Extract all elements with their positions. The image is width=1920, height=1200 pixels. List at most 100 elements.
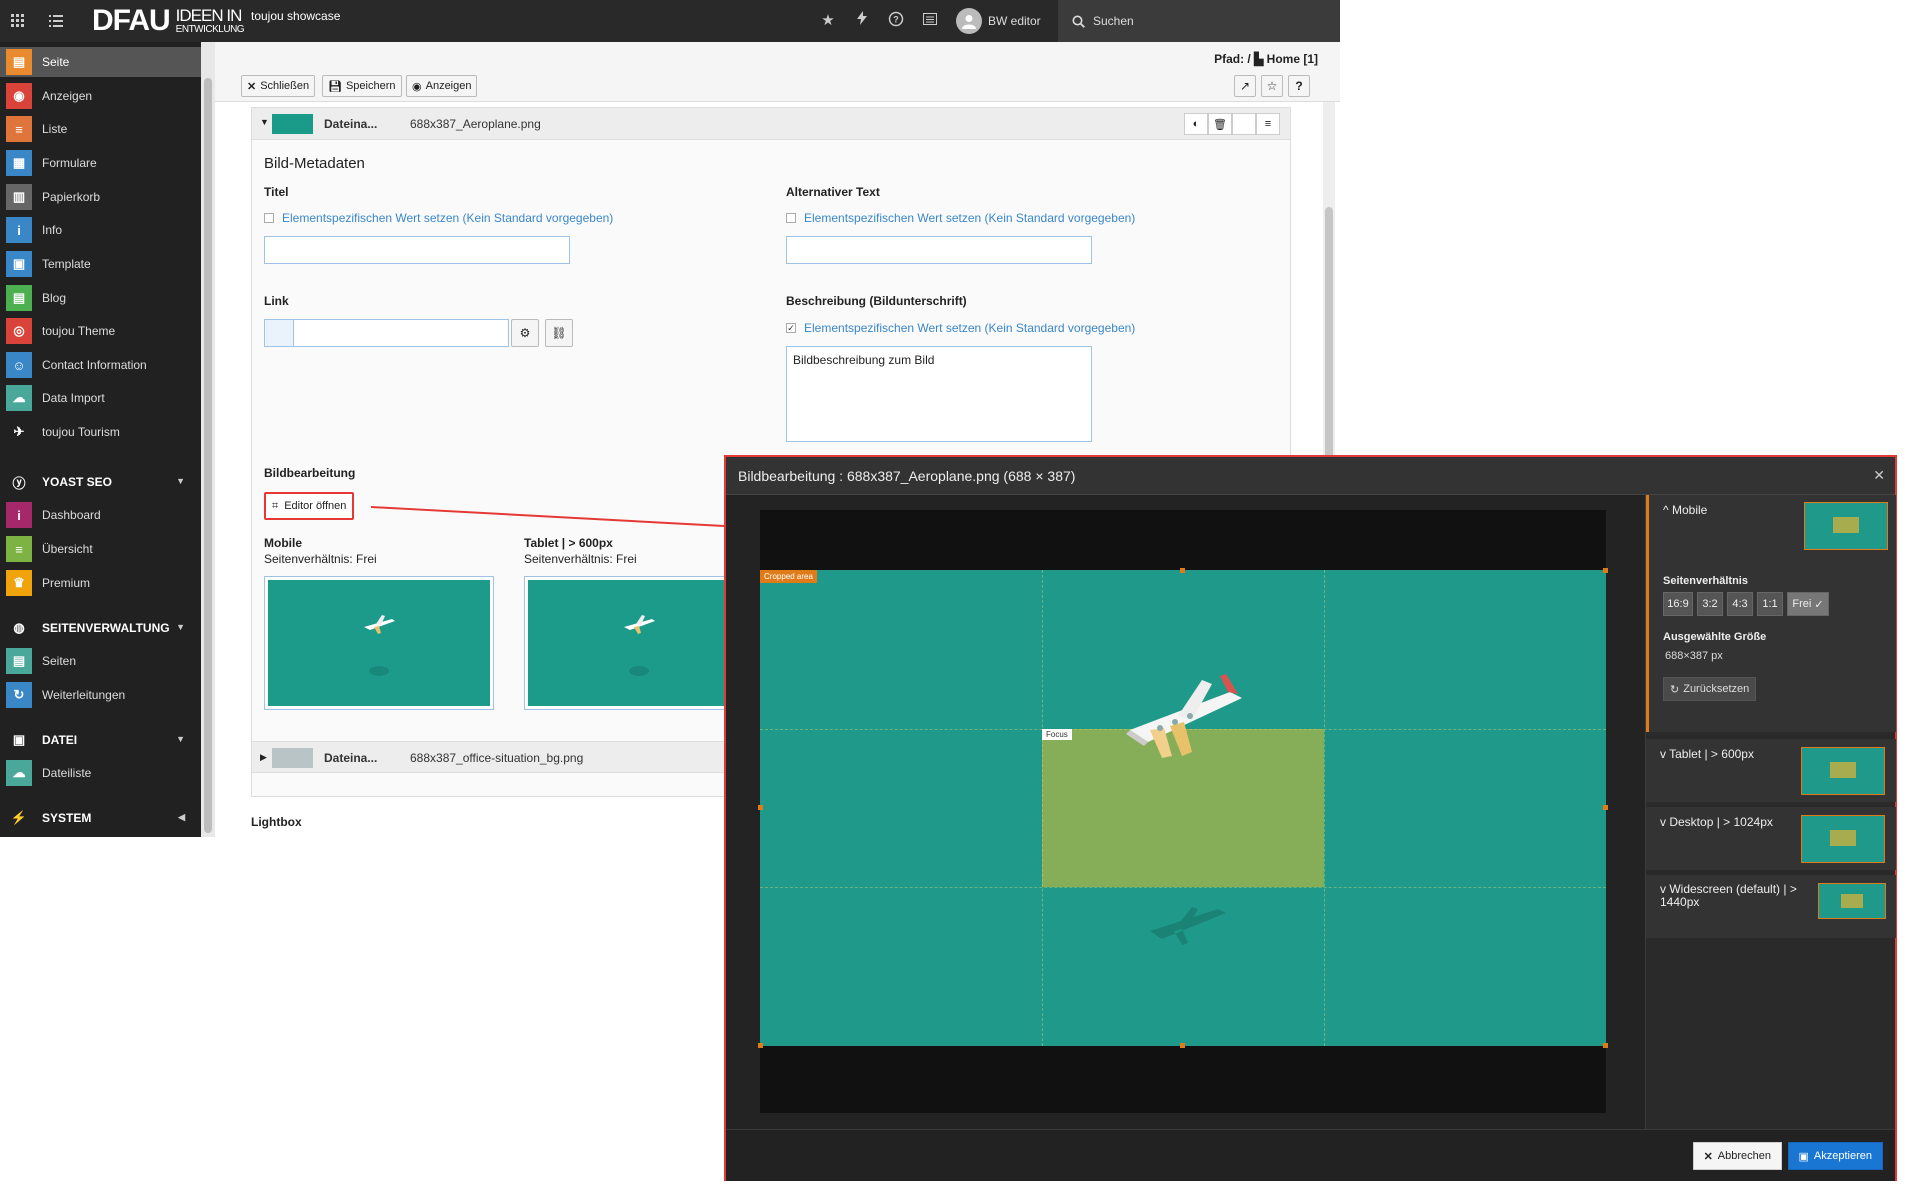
- save-button[interactable]: 💾︎ Speichern: [322, 75, 402, 97]
- save-label: Speichern: [345, 80, 396, 92]
- crop-variant-name: Mobile: [264, 536, 302, 550]
- sidebar-group-yoast-seo[interactable]: ⓨ YOAST SEO ▼: [0, 468, 201, 496]
- open-new-window-icon[interactable]: ↗: [1234, 75, 1256, 97]
- crop-handle-top-right[interactable]: [1603, 568, 1608, 573]
- sidebar-item-label: Contact Information: [42, 358, 147, 372]
- sidebar-item-anzeigen[interactable]: ◉ Anzeigen: [0, 81, 201, 111]
- cancel-button[interactable]: ✕ Abbrechen: [1692, 1142, 1782, 1170]
- crop-handle-bottom-right[interactable]: [1603, 1043, 1608, 1048]
- description-textarea[interactable]: Bildbeschreibung zum Bild: [786, 346, 1092, 442]
- title-input[interactable]: [264, 236, 570, 264]
- crop-preview-mobile[interactable]: [264, 576, 494, 710]
- help-icon[interactable]: ?: [886, 11, 906, 31]
- sidebar-group-datei[interactable]: ▣ DATEI ▼: [0, 726, 201, 754]
- close-button[interactable]: ✕ Schließen: [241, 75, 316, 97]
- app-grid-icon[interactable]: [0, 0, 36, 42]
- sidebar-item-liste[interactable]: ≡ Liste: [0, 114, 201, 144]
- crop-handle-left[interactable]: [758, 805, 763, 810]
- crop-variant-name: Tablet | > 600px: [524, 536, 613, 550]
- bookmark-star-icon[interactable]: ☆: [1261, 75, 1283, 97]
- open-editor-button[interactable]: ⌗ Editor öffnen: [264, 492, 355, 520]
- sidebar-item-data-import[interactable]: ☁ Data Import: [0, 383, 201, 413]
- toggle-visibility-icon[interactable]: ◐: [1184, 113, 1208, 135]
- link-chain-icon[interactable]: ⛓: [545, 319, 573, 347]
- file-reference-header[interactable]: ▼ Dateina... 688x387_Aeroplane.png ◐ 🗑︎ …: [252, 108, 1290, 140]
- checkbox-checked[interactable]: ✓: [786, 323, 796, 333]
- system-info-icon[interactable]: [920, 11, 940, 31]
- sidebar-item-dashboard[interactable]: i Dashboard: [0, 500, 201, 530]
- checkbox[interactable]: [786, 213, 796, 223]
- ratio-4-3-button[interactable]: 4:3: [1727, 592, 1753, 616]
- reset-button[interactable]: ↻ Zurücksetzen: [1663, 677, 1757, 701]
- sidebar-scrollbar[interactable]: [201, 42, 215, 837]
- sidebar-item-toujou-tourism[interactable]: ✈ toujou Tourism: [0, 417, 201, 447]
- file-name: 688x387_office-situation_bg.png: [410, 751, 584, 765]
- link-wizard-icon[interactable]: ⚙: [511, 319, 539, 347]
- sidebar-group-seitenverwaltung[interactable]: ◍ SEITENVERWALTUNG ▼: [0, 614, 201, 642]
- sidebar-item-toujou-theme[interactable]: ◎ toujou Theme: [0, 316, 201, 346]
- tree-toggle-icon[interactable]: [38, 0, 74, 42]
- checkbox[interactable]: [264, 213, 274, 223]
- sidebar-item-label: toujou Tourism: [42, 425, 120, 439]
- crop-handle-top[interactable]: [1180, 568, 1185, 573]
- sidebar-item-formulare[interactable]: ▦ Formulare: [0, 148, 201, 178]
- sidebar-item-dateiliste[interactable]: ☁ Dateiliste: [0, 758, 201, 788]
- ratio-1-1-button[interactable]: 1:1: [1757, 592, 1783, 616]
- chevron-right-icon[interactable]: ▶: [260, 752, 267, 763]
- airplane-icon: [364, 615, 395, 635]
- sidebar-item-label: toujou Theme: [42, 324, 116, 338]
- search-button[interactable]: Suchen: [1058, 0, 1340, 42]
- description-override-checkbox[interactable]: ✓ Elementspezifischen Wert setzen (Kein …: [786, 321, 1135, 335]
- sidebar-item-uebersicht[interactable]: ≡ Übersicht: [0, 534, 201, 564]
- crop-handle-bottom-left[interactable]: [758, 1043, 763, 1048]
- trash-icon[interactable]: 🗑︎: [1208, 113, 1232, 135]
- ratio-free-button[interactable]: Frei ✓: [1787, 592, 1829, 616]
- crop-handle-bottom[interactable]: [1180, 1043, 1185, 1048]
- variant-section-desktop[interactable]: v Desktop | > 1024px: [1646, 807, 1896, 870]
- cancel-label: Abbrechen: [1717, 1150, 1771, 1162]
- sidebar-item-papierkorb[interactable]: ▥ Papierkorb: [0, 182, 201, 212]
- logo[interactable]: DFAU IDEEN IN ENTWICKLUNG: [92, 4, 245, 37]
- filelist-icon: ☁: [6, 760, 32, 786]
- accept-button[interactable]: ▣ Akzeptieren: [1787, 1142, 1883, 1170]
- menu-icon[interactable]: ≡: [1256, 113, 1280, 135]
- help-icon[interactable]: ?: [1288, 75, 1310, 97]
- alt-input[interactable]: [786, 236, 1092, 264]
- pages-icon: ▤: [6, 648, 32, 674]
- search-label: Suchen: [1093, 14, 1134, 28]
- empty-tool-button[interactable]: [1232, 113, 1256, 135]
- star-icon[interactable]: ★: [818, 11, 838, 31]
- sidebar-item-blog[interactable]: ▤ Blog: [0, 283, 201, 313]
- link-input[interactable]: [293, 319, 509, 347]
- sidebar-item-seiten[interactable]: ▤ Seiten: [0, 646, 201, 676]
- sidebar-item-info[interactable]: i Info: [0, 215, 201, 245]
- chevron-left-icon: ◀: [178, 812, 185, 822]
- sidebar-item-contact-information[interactable]: ☺ Contact Information: [0, 350, 201, 380]
- sidebar-item-seite[interactable]: ▤ Seite: [0, 47, 201, 77]
- variant-section-widescreen[interactable]: v Widescreen (default) | > 1440px: [1646, 875, 1896, 938]
- image-crop-area[interactable]: Cropped area Focus: [758, 568, 1608, 1048]
- breadcrumb-page[interactable]: Home [1]: [1267, 52, 1318, 66]
- ratio-16-9-button[interactable]: 16:9: [1663, 592, 1693, 616]
- alt-override-checkbox[interactable]: Elementspezifischen Wert setzen (Kein St…: [786, 211, 1135, 225]
- sidebar-item-weiterleitungen[interactable]: ↻ Weiterleitungen: [0, 680, 201, 710]
- flash-icon[interactable]: [852, 11, 872, 31]
- grid-line: [1042, 570, 1043, 1046]
- selected-size-value: 688×387 px: [1665, 650, 1723, 662]
- sidebar-item-template[interactable]: ▣ Template: [0, 249, 201, 279]
- close-icon[interactable]: ✕: [1873, 467, 1885, 484]
- user-menu[interactable]: BW editor: [956, 8, 1041, 34]
- view-button[interactable]: ◉ Anzeigen: [406, 75, 478, 97]
- ratio-3-2-button[interactable]: 3:2: [1697, 592, 1723, 616]
- crop-variant-ratio: Seitenverhältnis: Frei: [524, 552, 637, 566]
- variant-section-tablet[interactable]: v Tablet | > 600px: [1646, 739, 1896, 802]
- refresh-icon: ↻: [1670, 683, 1680, 696]
- sidebar-item-premium[interactable]: ♛ Premium: [0, 568, 201, 598]
- sidebar-group-system[interactable]: ⚡ SYSTEM ◀: [0, 804, 201, 832]
- crop-preview-tablet[interactable]: [524, 576, 754, 710]
- title-override-checkbox[interactable]: Elementspezifischen Wert setzen (Kein St…: [264, 211, 613, 225]
- crop-handle-right[interactable]: [1603, 805, 1608, 810]
- alt-label: Alternativer Text: [786, 185, 880, 199]
- variant-section-mobile[interactable]: ^ Mobile Seitenverhältnis 16:9 3:2 4:3 1…: [1646, 495, 1896, 732]
- chevron-down-icon[interactable]: ▼: [260, 117, 269, 127]
